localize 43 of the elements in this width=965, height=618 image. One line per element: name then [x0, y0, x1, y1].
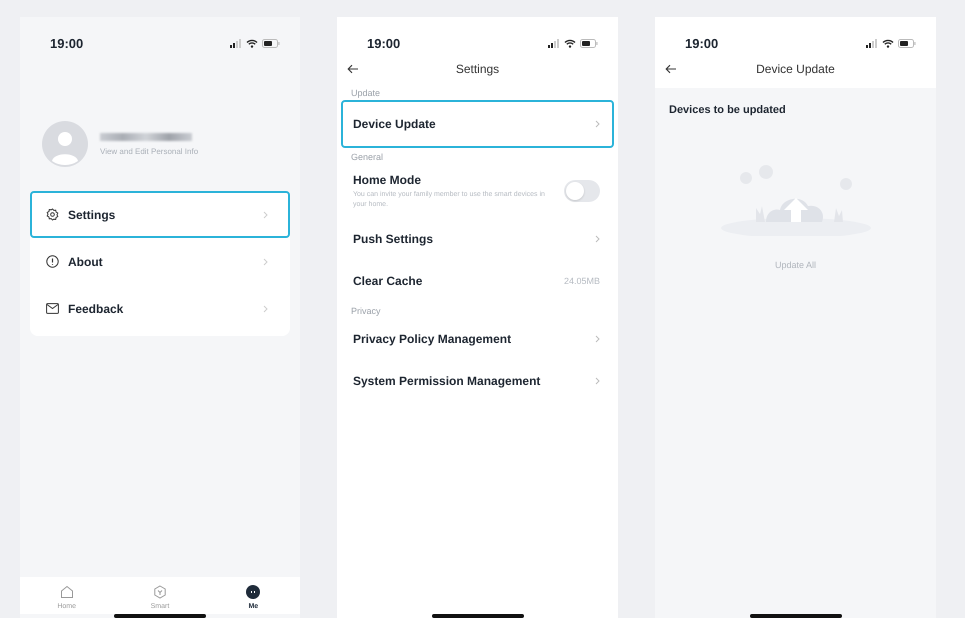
battery-icon — [262, 38, 280, 48]
screen-title: Device Update — [756, 62, 835, 76]
status-time: 19:00 — [367, 36, 400, 50]
section-header: Update — [350, 87, 382, 100]
section-header: General — [350, 151, 384, 164]
wifi-icon — [246, 38, 258, 48]
battery-icon — [580, 38, 598, 48]
avatar-icon — [42, 121, 88, 167]
status-time: 19:00 — [50, 36, 84, 50]
house-icon — [60, 585, 74, 599]
envelope-icon — [46, 303, 59, 314]
gear-icon — [46, 208, 59, 221]
battery-icon — [898, 38, 916, 48]
screen-title: Settings — [456, 62, 500, 76]
chevron-icon — [263, 210, 268, 218]
settings-row[interactable]: Push Settings — [341, 218, 614, 260]
chevron-icon — [595, 335, 600, 343]
profile-dot-icon — [246, 585, 260, 599]
menu-item[interactable]: About — [30, 238, 290, 285]
toggle-switch[interactable] — [564, 180, 600, 202]
settings-row[interactable]: System Permission Management — [341, 360, 614, 402]
signal-icon — [230, 38, 242, 48]
signal-icon — [866, 38, 878, 48]
back-arrow-icon[interactable] — [665, 64, 677, 74]
hexagon-icon — [152, 585, 167, 599]
wifi-icon — [882, 38, 894, 48]
chevron-icon — [595, 377, 600, 385]
chevron-icon — [595, 235, 600, 243]
settings-row[interactable]: Privacy Policy Management — [341, 318, 614, 360]
menu-item[interactable]: Settings — [30, 191, 290, 238]
chevron-icon — [595, 120, 600, 128]
section-heading: Devices to be updated — [668, 103, 787, 116]
wifi-icon — [564, 38, 576, 48]
signal-icon — [548, 38, 560, 48]
menu-item[interactable]: Feedback — [30, 285, 290, 332]
settings-row[interactable]: Device Update — [341, 100, 614, 148]
info-icon — [46, 255, 59, 268]
chevron-icon — [263, 304, 268, 312]
status-time: 19:00 — [685, 36, 718, 50]
chevron-icon — [263, 258, 268, 266]
section-header: Privacy — [350, 305, 382, 318]
back-arrow-icon[interactable] — [347, 64, 359, 74]
settings-row[interactable]: Clear Cache 24.05MB — [341, 260, 614, 302]
